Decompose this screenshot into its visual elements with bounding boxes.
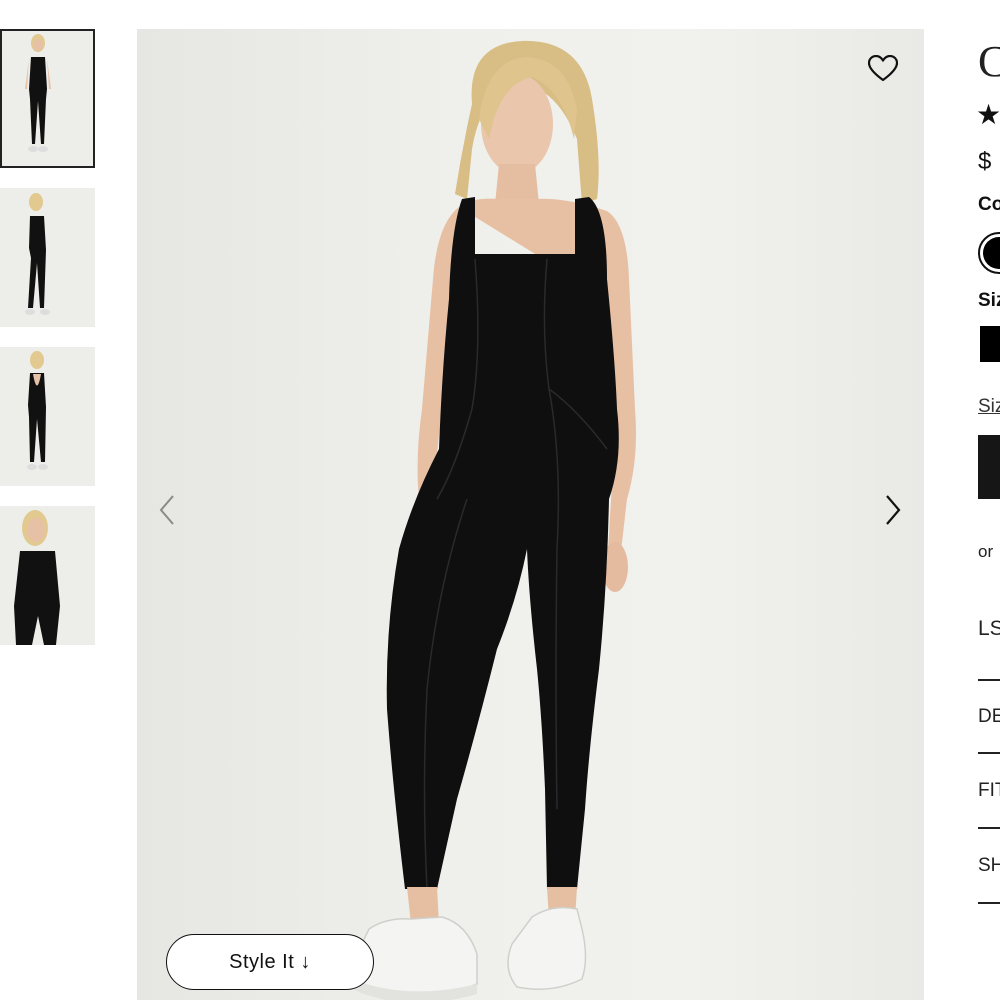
thumbnail-back-image (0, 347, 95, 486)
product-info-panel: C ★ $ Co Siz Siz or LS DE FIT SH (976, 0, 1000, 1000)
size-label: Siz (978, 290, 1000, 311)
thumbnail-side[interactable] (0, 188, 95, 327)
size-option-selected[interactable] (980, 326, 1000, 362)
heart-icon (868, 55, 898, 82)
divider (978, 902, 1000, 904)
accordion-details[interactable]: DE (978, 706, 1000, 728)
accordion-fit[interactable]: FIT (978, 780, 1000, 802)
divider (978, 679, 1000, 681)
chevron-left-icon (159, 495, 174, 525)
swatch-dot (983, 237, 1000, 269)
accordion-shipping[interactable]: SH (978, 855, 1000, 877)
thumbnail-side-image (0, 188, 95, 327)
color-swatch-black[interactable] (978, 232, 1000, 274)
chevron-right-icon (886, 495, 901, 525)
accordion-ls[interactable]: LS (978, 617, 1000, 641)
previous-image-button[interactable] (152, 490, 182, 530)
product-title: C (978, 37, 1000, 86)
next-image-button[interactable] (878, 490, 908, 530)
thumbnail-closeup[interactable] (0, 506, 95, 645)
model-figure (350, 40, 636, 1000)
divider (978, 827, 1000, 829)
size-guide-link[interactable]: Siz (978, 396, 1000, 418)
color-label: Co (978, 194, 1000, 215)
main-product-image (137, 29, 924, 1000)
thumbnail-front-image (0, 29, 95, 168)
rating-star-icon[interactable]: ★ (976, 98, 1000, 131)
divider (978, 752, 1000, 754)
payment-or-text: or (978, 542, 994, 561)
add-to-cart-button[interactable] (978, 435, 1000, 499)
wishlist-button[interactable] (866, 52, 900, 86)
thumbnail-back[interactable] (0, 347, 95, 486)
thumbnail-front[interactable] (0, 29, 95, 168)
product-price: $ (978, 148, 992, 175)
thumbnail-closeup-image (0, 506, 95, 645)
style-it-button[interactable]: Style It ↓ (166, 934, 374, 990)
